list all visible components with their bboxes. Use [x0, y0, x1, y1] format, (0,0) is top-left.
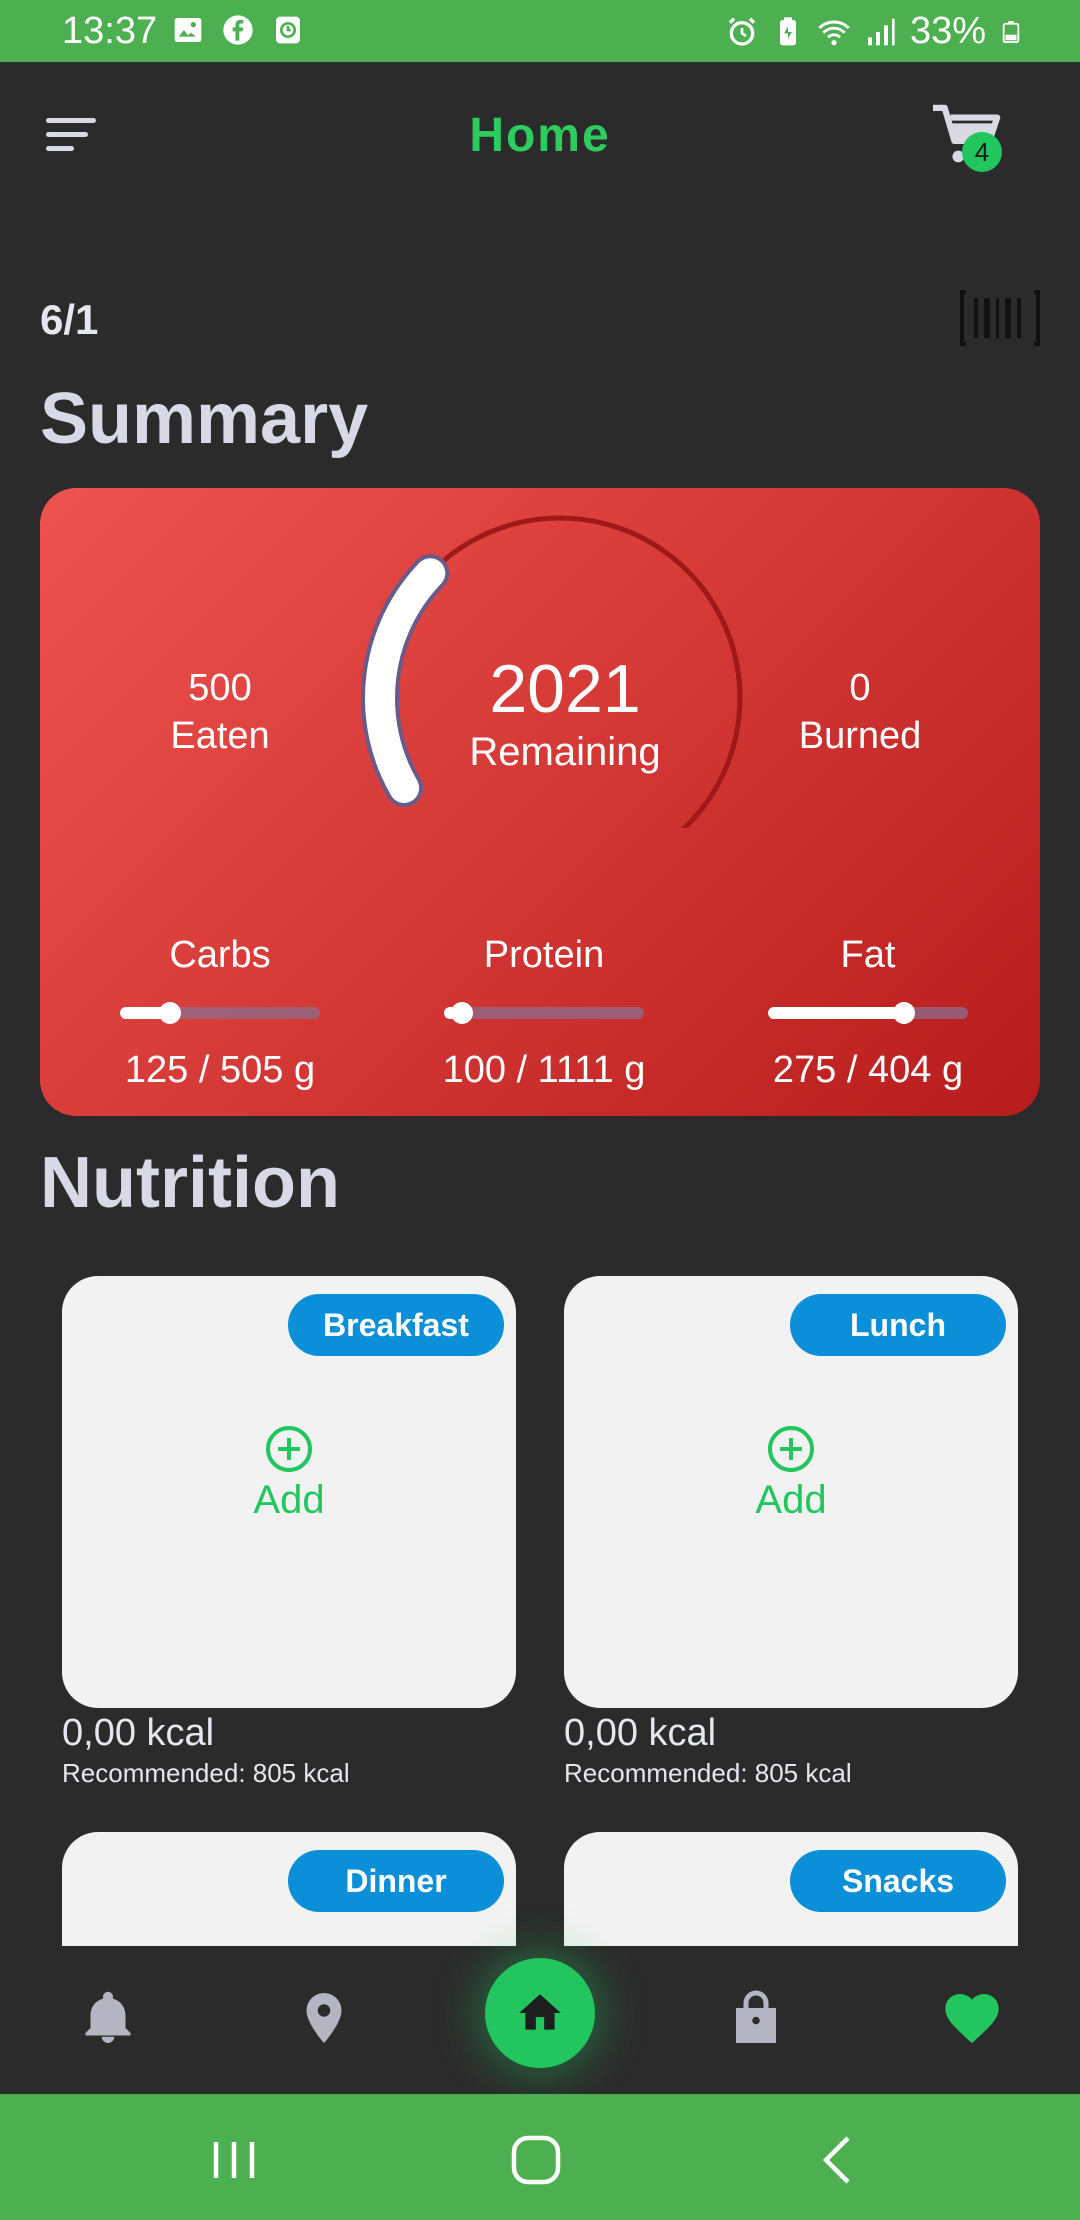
meal-kcal: 0,00 kcal: [62, 1712, 215, 1754]
add-circle-icon: [768, 1426, 814, 1472]
burned-stat: 0 Burned: [740, 664, 980, 760]
macro-value: 100 / 1111 g: [442, 1049, 646, 1091]
cart-count-badge: 4: [962, 132, 1002, 172]
meal-tag-breakfast: Breakfast: [288, 1294, 504, 1356]
back-button[interactable]: [810, 2132, 866, 2188]
barcode-scan-icon[interactable]: [960, 288, 1040, 348]
meal-recommended: Recommended: 805 kcal: [564, 1758, 852, 1788]
macro-value: 275 / 404 g: [772, 1049, 964, 1091]
macro-progress-track: [120, 1002, 320, 1024]
meal-card-snacks[interactable]: Snacks: [564, 1832, 1018, 1946]
macro-progress-track: [768, 1002, 968, 1024]
meal-card-breakfast[interactable]: Breakfast Add: [62, 1276, 516, 1708]
home-icon: [519, 1994, 561, 2030]
meal-kcal: 0,00 kcal: [564, 1712, 717, 1754]
meal-tag-lunch: Lunch: [790, 1294, 1006, 1356]
macro-label: Protein: [483, 934, 605, 976]
meal-card-lunch[interactable]: Lunch Add: [564, 1276, 1018, 1708]
summary-card: 500 Eaten 2021 Remaining 0 Burned Carbs …: [40, 488, 1040, 1116]
scroll-content[interactable]: Home 4 6/1 Summary 500 Eaten 2021 Remain…: [0, 0, 1080, 1946]
notifications-icon[interactable]: [78, 1988, 138, 2048]
macro-label: Fat: [840, 934, 896, 976]
remaining-label: Remaining: [469, 730, 661, 774]
macro-progress-knob: [159, 1002, 181, 1024]
macro-progress-fill: [768, 1007, 904, 1019]
macro-label: Carbs: [169, 934, 271, 976]
add-breakfast-button[interactable]: Add: [62, 1424, 516, 1523]
recents-button[interactable]: [206, 2132, 262, 2188]
home-button[interactable]: [508, 2132, 564, 2188]
summary-heading: Summary: [40, 379, 369, 459]
eaten-stat: 500 Eaten: [100, 664, 340, 760]
add-label: Add: [755, 1478, 827, 1522]
location-icon[interactable]: [294, 1988, 354, 2048]
system-nav-bar: [0, 2094, 1080, 2220]
add-circle-icon: [266, 1426, 312, 1472]
meal-tag-dinner: Dinner: [288, 1850, 504, 1912]
page-title: Home: [469, 109, 611, 162]
shopping-bag-icon[interactable]: [726, 1988, 786, 2048]
macro-fat: Fat 275 / 404 g: [748, 934, 988, 1092]
add-lunch-button[interactable]: Add: [564, 1424, 1018, 1523]
date-label: 6/1: [40, 296, 99, 343]
meal-recommended: Recommended: 805 kcal: [62, 1758, 350, 1788]
macro-progress-knob: [451, 1002, 473, 1024]
meal-card-dinner[interactable]: Dinner: [62, 1832, 516, 1946]
burned-label: Burned: [798, 715, 922, 757]
macro-protein: Protein 100 / 1111 g: [424, 934, 664, 1092]
macro-value: 125 / 505 g: [124, 1049, 316, 1091]
nutrition-heading: Nutrition: [40, 1143, 340, 1223]
favorites-heart-icon[interactable]: [940, 1986, 1004, 2050]
meal-tag-snacks: Snacks: [790, 1850, 1006, 1912]
remaining-value: 2021: [489, 651, 641, 727]
home-nav-button[interactable]: [485, 1958, 595, 2068]
macro-progress-knob: [893, 1002, 915, 1024]
burned-value: 0: [849, 667, 871, 709]
macro-carbs: Carbs 125 / 505 g: [100, 934, 340, 1092]
eaten-value: 500: [188, 667, 252, 709]
add-label: Add: [253, 1478, 325, 1522]
macro-progress-track: [444, 1002, 644, 1024]
eaten-label: Eaten: [170, 715, 270, 757]
